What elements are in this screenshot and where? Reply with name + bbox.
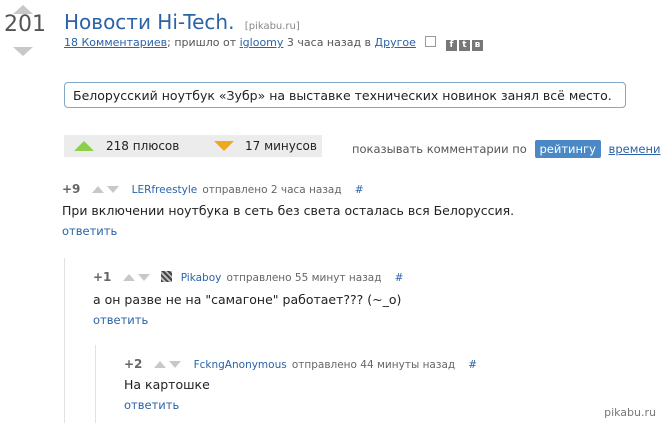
post-rating: 201 — [4, 12, 46, 37]
plus-icon[interactable] — [74, 141, 94, 151]
facebook-icon[interactable]: f — [445, 40, 457, 51]
comment-upvote-icon[interactable] — [122, 274, 135, 281]
comment-user[interactable]: FckngAnonymous — [194, 359, 287, 371]
comment-user[interactable]: Pikaboy — [181, 272, 222, 284]
comment-sort: показывать комментарии по рейтингу време… — [352, 140, 660, 158]
avatar — [160, 271, 172, 282]
comment-downvote-icon[interactable] — [137, 274, 150, 281]
comment-score: +1 — [93, 270, 112, 284]
post-source: [pikabu.ru] — [244, 21, 300, 32]
comment-downvote-icon[interactable] — [106, 186, 119, 193]
comments-link[interactable]: 18 Комментариев — [64, 36, 167, 49]
comment-user[interactable]: LERfreestyle — [132, 184, 198, 196]
reply-link[interactable]: ответить — [62, 224, 117, 238]
vk-icon[interactable]: в — [471, 40, 483, 51]
minus-count: 17 минусов — [245, 139, 317, 153]
author-link[interactable]: igloomy — [240, 36, 284, 49]
post-downvote-icon[interactable] — [13, 47, 33, 56]
comment-upvote-icon[interactable] — [153, 361, 166, 368]
watermark: pikabu.ru — [604, 406, 656, 419]
plus-count: 218 плюсов — [106, 139, 180, 153]
meta-text: ; пришло от — [167, 36, 237, 49]
post-title-row: Новости Hi-Tech. [pikabu.ru] — [64, 10, 300, 34]
comment-text: а он разве не на "самагоне" работает??? … — [93, 292, 402, 307]
comment-score: +2 — [124, 357, 143, 371]
thread-line — [95, 345, 96, 423]
thread-line — [64, 258, 65, 423]
comment-score: +9 — [62, 182, 81, 196]
post-description: Белорусский ноутбук «Зубр» на выставке т… — [64, 82, 626, 108]
comment-upvote-icon[interactable] — [91, 186, 104, 193]
category-link[interactable]: Другое — [375, 36, 416, 49]
comment-text: На картошке — [124, 377, 210, 392]
comment-time: отправлено 44 минуты назад — [291, 359, 456, 371]
comment-header: +2 FckngAnonymous отправлено 44 минуты н… — [124, 353, 477, 372]
comment-header: +1 Pikaboy отправлено 55 минут назад # — [93, 266, 403, 285]
vote-summary: 218 плюсов 17 минусов — [64, 135, 322, 157]
comment-header: +9 LERfreestyle отправлено 2 часа назад … — [62, 178, 364, 197]
sort-by-time[interactable]: времени — [609, 142, 661, 156]
comment-permalink[interactable]: # — [468, 359, 477, 371]
post-meta: 18 Комментариев; пришло от igloomy 3 час… — [64, 36, 483, 51]
comment-time: отправлено 2 часа назад — [202, 184, 342, 196]
comment-permalink[interactable]: # — [395, 272, 404, 284]
sort-by-rating[interactable]: рейтингу — [534, 140, 601, 158]
meta-time: 3 часа назад в — [286, 36, 372, 49]
post-title[interactable]: Новости Hi-Tech. — [64, 10, 234, 34]
reply-link[interactable]: ответить — [124, 398, 179, 412]
comment-time: отправлено 55 минут назад — [226, 272, 382, 284]
save-icon[interactable] — [425, 36, 437, 47]
post-upvote-icon[interactable] — [13, 5, 33, 14]
reply-link[interactable]: ответить — [93, 313, 148, 327]
comment-downvote-icon[interactable] — [168, 361, 181, 368]
minus-icon[interactable] — [214, 141, 234, 151]
sort-label: показывать комментарии по — [352, 142, 527, 156]
comment-permalink[interactable]: # — [355, 184, 364, 196]
comment-text: При включении ноутбука в сеть без света … — [62, 203, 515, 218]
twitter-icon[interactable]: t — [458, 40, 470, 51]
